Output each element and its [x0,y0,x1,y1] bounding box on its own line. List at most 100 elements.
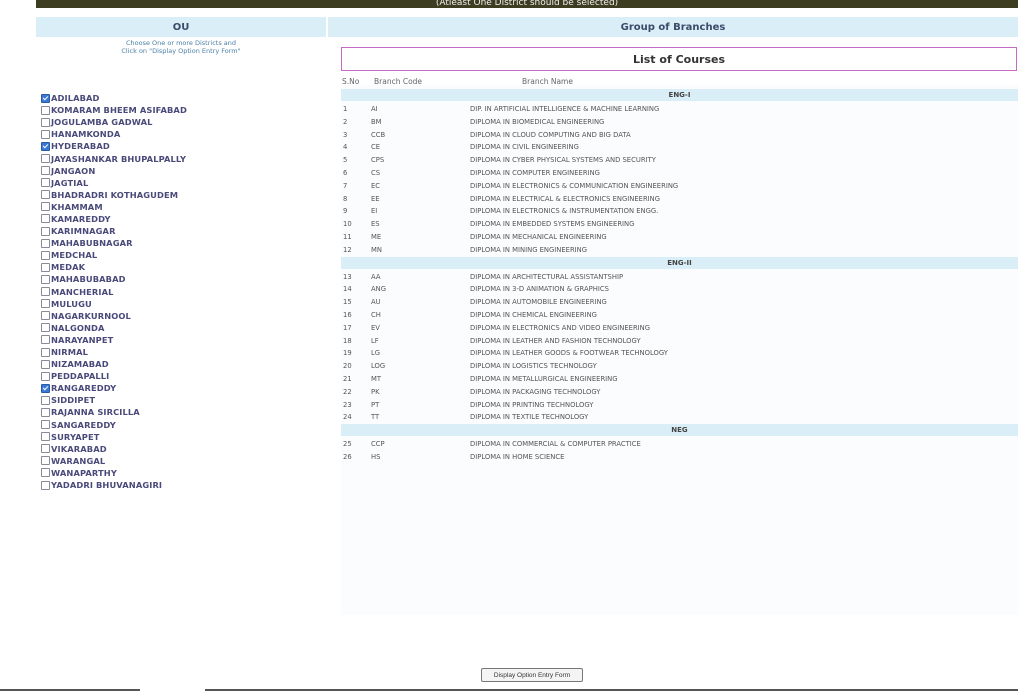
instruction-line: Click on "Display Option Entry Form" [121,47,241,55]
district-checkbox[interactable] [41,226,50,236]
district-checkbox[interactable] [41,468,50,478]
branch-name: DIPLOMA IN LEATHER GOODS & FOOTWEAR TECH… [470,349,668,358]
district-option[interactable]: NALGONDA [41,322,321,334]
branch-name: DIPLOMA IN ELECTRICAL & ELECTRONICS ENGI… [470,194,661,203]
district-option[interactable]: HYDERABAD [41,140,321,152]
serial-number: 2 [343,117,348,126]
district-option[interactable]: MAHABUBABAD [41,273,321,285]
district-option[interactable]: JOGULAMBA GADWAL [41,116,321,128]
district-option[interactable]: WARANGAL [41,455,321,467]
district-option[interactable]: MULUGU [41,298,321,310]
district-option[interactable]: JANGAON [41,165,321,177]
district-option[interactable]: VIKARABAD [41,443,321,455]
district-option[interactable]: ADILABAD [41,92,321,104]
district-option[interactable]: NARAYANPET [41,334,321,346]
district-option[interactable]: JAYASHANKAR BHUPALPALLY [41,152,321,164]
district-option[interactable]: YADADRI BHUVANAGIRI [41,479,321,491]
district-checkbox[interactable] [41,335,50,345]
district-checkbox[interactable] [41,323,50,333]
district-option[interactable]: RAJANNA SIRCILLA [41,406,321,418]
district-option[interactable]: RANGAREDDY [41,382,321,394]
branch-code: MN [371,245,382,254]
district-checkbox[interactable] [41,178,50,188]
district-label: MAHABUBNAGAR [51,238,133,249]
district-checkbox[interactable] [41,359,50,369]
district-option[interactable]: PEDDAPALLI [41,370,321,382]
district-checkbox[interactable] [41,190,50,200]
branch-code: AA [371,272,381,281]
district-checkbox[interactable] [41,420,50,430]
district-checkbox[interactable] [41,287,50,297]
district-checkbox[interactable] [41,105,50,115]
table-row: 24 TT DIPLOMA IN TEXTILE TECHNOLOGY [341,410,1018,423]
district-checkbox[interactable] [41,444,50,454]
branch-code: CE [371,143,381,152]
district-option[interactable]: SANGAREDDY [41,419,321,431]
ou-header: OU [36,17,326,37]
district-checkbox[interactable] [41,395,50,405]
district-checkbox[interactable] [41,117,50,127]
district-label: WARANGAL [51,455,106,466]
display-option-entry-form-button[interactable]: Display Option Entry Form [481,668,583,682]
district-option[interactable]: MEDAK [41,261,321,273]
serial-number: 26 [343,452,352,461]
district-checkbox[interactable] [41,347,50,357]
district-option[interactable]: SIDDIPET [41,394,321,406]
district-checkbox[interactable] [41,383,50,393]
district-checkbox[interactable] [41,166,50,176]
district-option[interactable]: KAMAREDDY [41,213,321,225]
district-label: NALGONDA [51,322,105,333]
district-checkbox[interactable] [41,93,50,103]
branch-name: DIPLOMA IN MECHANICAL ENGINEERING [470,232,607,241]
serial-number: 8 [343,194,348,203]
district-option[interactable]: MANCHERIAL [41,286,321,298]
serial-number: 15 [343,298,352,307]
district-checkbox[interactable] [41,407,50,417]
district-checkbox[interactable] [41,250,50,260]
district-checkbox[interactable] [41,262,50,272]
serial-number: 21 [343,374,352,383]
district-option[interactable]: JAGTIAL [41,177,321,189]
district-checkbox[interactable] [41,371,50,381]
district-checkbox[interactable] [41,311,50,321]
branch-code: PK [371,387,380,396]
serial-number: 19 [343,349,352,358]
district-option[interactable]: NAGARKURNOOL [41,310,321,322]
district-option[interactable]: NIZAMABAD [41,358,321,370]
district-label: MEDCHAL [51,250,98,261]
district-checkbox[interactable] [41,432,50,442]
district-label: MAHABUBABAD [51,274,126,285]
district-label: NAGARKURNOOL [51,310,131,321]
district-option[interactable]: NIRMAL [41,346,321,358]
district-checkbox[interactable] [41,214,50,224]
district-checkbox-list: ADILABAD KOMARAM BHEEM ASIFABAD JOGULAMBA … [41,92,321,491]
district-checkbox[interactable] [41,274,50,284]
branch-code: LG [371,349,381,358]
district-label: JAGTIAL [51,177,89,188]
group-of-branches-header: Group of Branches [328,17,1018,37]
district-checkbox[interactable] [41,299,50,309]
district-checkbox[interactable] [41,238,50,248]
district-option[interactable]: WANAPARTHY [41,467,321,479]
district-option[interactable]: KOMARAM BHEEM ASIFABAD [41,104,321,116]
district-option[interactable]: MEDCHAL [41,249,321,261]
district-option[interactable]: HANAMKONDA [41,128,321,140]
district-option[interactable]: SURYAPET [41,431,321,443]
district-option[interactable]: MAHABUBNAGAR [41,237,321,249]
district-option[interactable]: KARIMNAGAR [41,225,321,237]
district-option[interactable]: KHAMMAM [41,201,321,213]
serial-number: 13 [343,272,352,281]
branch-name: DIPLOMA IN METALLURGICAL ENGINEERING [470,374,618,383]
table-row: 13 AA DIPLOMA IN ARCHITECTURAL ASSISTANTSH… [341,270,1018,283]
district-checkbox[interactable] [41,480,50,490]
district-checkbox[interactable] [41,154,50,164]
district-label: NIRMAL [51,347,88,358]
district-checkbox[interactable] [41,456,50,466]
district-option[interactable]: BHADRADRI KOTHAGUDEM [41,189,321,201]
district-checkbox[interactable] [41,129,50,139]
district-checkbox[interactable] [41,202,50,212]
district-checkbox[interactable] [41,141,50,151]
serial-number: 12 [343,245,352,254]
courses-table: ENG-I 1 AI DIP. IN ARTIFICIAL INTELLIGENCE … [341,88,1018,463]
branch-code: EI [371,207,378,216]
